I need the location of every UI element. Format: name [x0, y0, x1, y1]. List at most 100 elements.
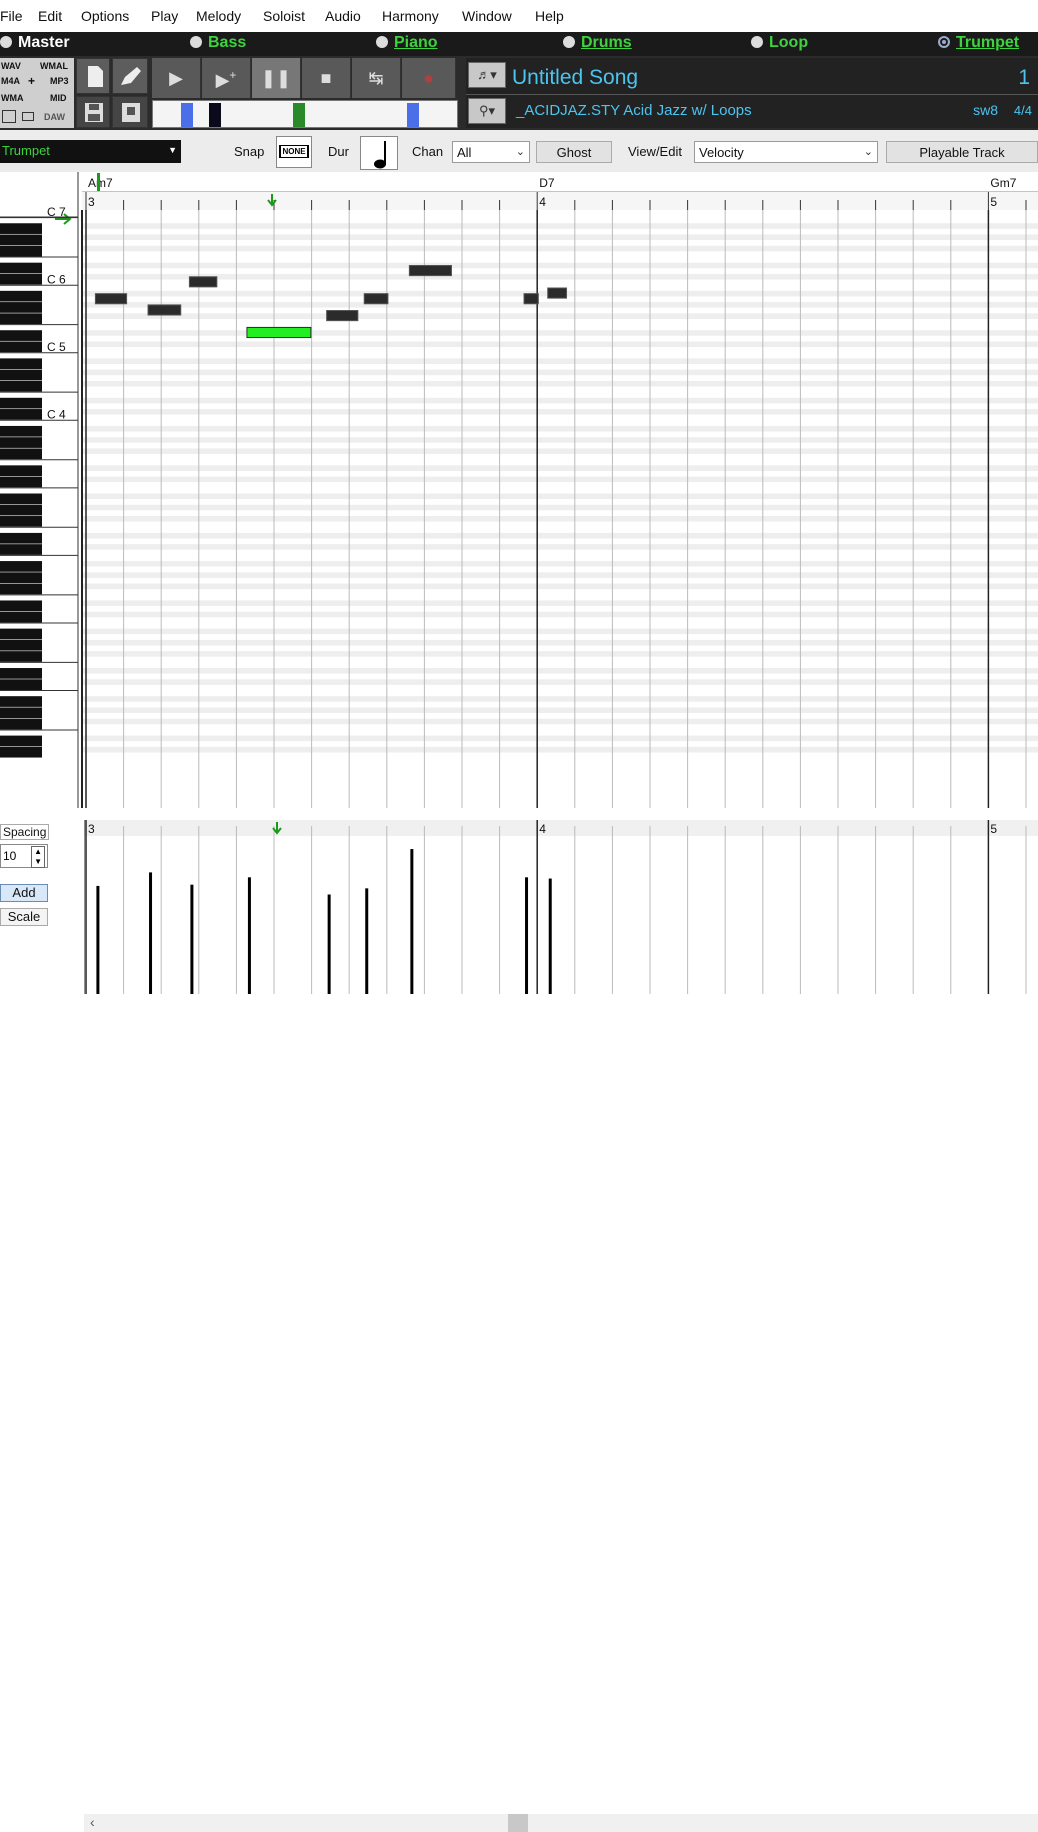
black-key[interactable]	[0, 358, 42, 370]
playhead-marker[interactable]	[97, 173, 100, 191]
track-bass[interactable]: Bass	[190, 34, 246, 54]
track-master[interactable]: Master	[0, 34, 70, 54]
track-loop[interactable]: Loop	[751, 34, 808, 54]
velocity-bar[interactable]	[548, 878, 552, 994]
note[interactable]	[363, 293, 389, 305]
black-key[interactable]	[0, 302, 42, 313]
song-menu-button[interactable]: ♬▾	[468, 62, 506, 88]
piano-keyboard[interactable]: C 7 C 6 C 5 C 4	[0, 172, 82, 812]
note-grid[interactable]	[81, 172, 1038, 812]
menu-harmony[interactable]: Harmony	[382, 8, 439, 24]
duration-selector[interactable]	[360, 136, 398, 170]
black-key[interactable]	[0, 628, 42, 640]
black-key[interactable]	[0, 493, 42, 505]
velocity-bar[interactable]	[190, 884, 194, 994]
black-key[interactable]	[0, 544, 42, 555]
note[interactable]	[94, 293, 128, 305]
velocity-bar[interactable]	[247, 877, 251, 994]
menu-help[interactable]: Help	[535, 8, 564, 24]
wmal-label[interactable]: WMAL	[40, 61, 68, 71]
swing-value[interactable]: sw8	[973, 102, 998, 118]
track-trumpet[interactable]: Trumpet	[938, 34, 1019, 54]
radio-icon[interactable]	[0, 36, 12, 48]
black-key[interactable]	[0, 718, 42, 730]
velocity-bar[interactable]	[96, 885, 100, 994]
black-key[interactable]	[0, 746, 42, 758]
radio-icon[interactable]	[376, 36, 388, 48]
note[interactable]	[326, 310, 359, 322]
radio-icon[interactable]	[938, 36, 950, 48]
mini-keyboard[interactable]	[152, 100, 458, 128]
horizontal-scrollbar[interactable]: ‹	[84, 1814, 1038, 1832]
edit-song-button[interactable]	[112, 58, 148, 94]
black-key[interactable]	[0, 380, 42, 392]
time-signature[interactable]: 4/4	[1014, 103, 1032, 118]
pause-button[interactable]: ❚❚	[252, 58, 301, 98]
black-key[interactable]	[0, 668, 42, 679]
stop-button[interactable]: ■	[302, 58, 351, 98]
radio-icon[interactable]	[563, 36, 575, 48]
view-edit-select[interactable]: Velocity ⌄	[694, 141, 878, 163]
black-key[interactable]	[0, 735, 42, 747]
black-key[interactable]	[0, 448, 42, 460]
menu-edit[interactable]: Edit	[38, 8, 62, 24]
black-key[interactable]	[0, 290, 42, 302]
black-key[interactable]	[0, 437, 42, 448]
snap-selector[interactable]: NONE	[276, 136, 312, 168]
record-button[interactable]: ●	[402, 58, 456, 98]
note-selected[interactable]	[246, 326, 312, 339]
velocity-bar[interactable]	[525, 877, 529, 994]
piano-roll[interactable]: C 7 C 6 C 5 C 4 Am7 D7 Gm7 3 4 5	[0, 172, 1038, 812]
menu-options[interactable]: Options	[81, 8, 129, 24]
black-key[interactable]	[0, 465, 42, 477]
menu-soloist[interactable]: Soloist	[263, 8, 305, 24]
timeline-ruler[interactable]: Am7 D7 Gm7 3 4 5	[82, 172, 1038, 210]
black-key[interactable]	[0, 532, 42, 544]
style-name[interactable]: _ACIDJAZ.STY Acid Jazz w/ Loops	[516, 102, 752, 119]
chord-symbol[interactable]: D7	[539, 176, 555, 190]
black-key[interactable]	[0, 639, 42, 651]
menu-audio[interactable]: Audio	[325, 8, 361, 24]
chord-symbol[interactable]: Am7	[88, 176, 113, 190]
spacing-spinner[interactable]: 10 ▲ ▼	[0, 844, 48, 868]
black-key[interactable]	[0, 397, 42, 409]
menu-play[interactable]: Play	[151, 8, 178, 24]
black-key[interactable]	[0, 409, 42, 420]
mid-label[interactable]: MID	[50, 93, 67, 103]
black-key[interactable]	[0, 600, 42, 612]
loop-button[interactable]: ↹	[352, 58, 401, 98]
menu-file[interactable]: File	[0, 8, 23, 24]
save-as-button[interactable]	[112, 96, 148, 128]
black-key[interactable]	[0, 425, 42, 437]
playable-track-button[interactable]: Playable Track	[886, 141, 1038, 163]
black-key[interactable]	[0, 561, 42, 572]
track-select[interactable]: Trumpet ▼	[0, 140, 181, 163]
chord-symbol[interactable]: Gm7	[990, 176, 1016, 190]
window-icon[interactable]	[22, 112, 34, 121]
velocity-bar[interactable]	[149, 872, 153, 994]
note[interactable]	[523, 293, 539, 305]
wma-label[interactable]: WMA	[1, 93, 24, 103]
play-from-button[interactable]: ▶+	[202, 58, 251, 98]
velocity-bar[interactable]	[410, 849, 414, 994]
save-button[interactable]	[76, 96, 110, 128]
scroll-left-icon[interactable]: ‹	[90, 1814, 95, 1830]
black-key[interactable]	[0, 707, 42, 719]
black-key[interactable]	[0, 504, 42, 516]
black-key[interactable]	[0, 476, 42, 488]
black-key[interactable]	[0, 245, 42, 257]
black-key[interactable]	[0, 583, 42, 595]
black-key[interactable]	[0, 262, 42, 274]
black-key[interactable]	[0, 341, 42, 353]
black-key[interactable]	[0, 679, 42, 690]
capture-icon[interactable]	[2, 110, 16, 123]
menu-window[interactable]: Window	[462, 8, 512, 24]
black-key[interactable]	[0, 273, 42, 285]
ghost-button[interactable]: Ghost	[536, 141, 612, 163]
daw-label[interactable]: DAW	[44, 112, 65, 122]
add-button[interactable]: Add	[0, 884, 48, 902]
radio-icon[interactable]	[751, 36, 763, 48]
play-button[interactable]: ▶	[152, 58, 201, 98]
scroll-thumb[interactable]	[508, 1814, 528, 1832]
note[interactable]	[147, 304, 182, 316]
